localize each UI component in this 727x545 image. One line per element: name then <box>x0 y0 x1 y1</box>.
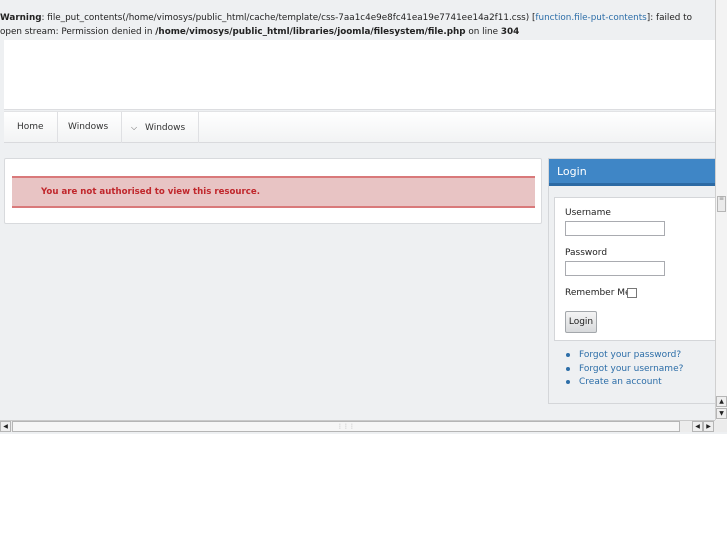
scroll-down-arrow-icon[interactable]: ▼ <box>716 408 727 419</box>
chevron-down-icon: ⌵ <box>131 123 138 132</box>
login-module: Login Username Password Remember Me Logi… <box>548 158 719 404</box>
scroll-left-arrow-icon-2[interactable]: ◀ <box>692 421 703 432</box>
warning-file-path: /home/vimosys/public_html/libraries/joom… <box>155 27 466 37</box>
nav-item-label: Home <box>17 122 44 132</box>
horizontal-scrollbar[interactable]: ◀ ⋮⋮⋮ ◀ ▶ <box>0 420 715 432</box>
username-input[interactable] <box>565 221 665 236</box>
scroll-right-arrow-icon[interactable]: ▶ <box>703 421 714 432</box>
remember-me-checkbox[interactable] <box>627 288 637 298</box>
warning-prefix: Warning <box>0 13 42 23</box>
warning-text-3: on line <box>465 27 501 37</box>
nav-item-label: Windows <box>145 123 186 133</box>
horizontal-scroll-thumb[interactable]: ⋮⋮⋮ <box>12 421 680 432</box>
username-label: Username <box>565 208 611 218</box>
warning-line-number: 304 <box>500 27 520 37</box>
scroll-up-arrow-icon[interactable]: ▲ <box>716 396 727 407</box>
browser-viewport: Warning: file_put_contents(/home/vimosys… <box>0 0 727 434</box>
login-button[interactable]: Login <box>565 311 597 333</box>
password-label: Password <box>565 248 608 258</box>
main-nav: Home Windows ⌵ Windows <box>4 111 715 143</box>
login-links: Forgot your password? Forgot your userna… <box>566 349 683 390</box>
forgot-username-link[interactable]: Forgot your username? <box>566 363 683 377</box>
vertical-scrollbar[interactable]: ≡ ▲ ▼ <box>715 0 727 420</box>
nav-item-windows[interactable]: Windows <box>55 112 123 143</box>
password-input[interactable] <box>565 261 665 276</box>
error-alert: You are not authorised to view this reso… <box>12 176 535 208</box>
remember-me-label: Remember Me <box>565 288 631 298</box>
site-header <box>4 40 715 110</box>
login-form: Username Password Remember Me Login <box>554 197 719 341</box>
scrollbar-corner <box>715 420 727 432</box>
login-title: Login <box>549 159 717 186</box>
php-warning: Warning: file_put_contents(/home/vimosys… <box>0 11 715 39</box>
nav-item-label: Windows <box>68 122 109 132</box>
warning-text: : file_put_contents(/home/vimosys/public… <box>41 13 536 23</box>
nav-item-windows-dropdown[interactable]: ⌵ Windows <box>118 112 200 143</box>
error-alert-text: You are not authorised to view this reso… <box>41 187 260 197</box>
vertical-scroll-thumb[interactable]: ≡ <box>717 196 726 212</box>
forgot-password-link[interactable]: Forgot your password? <box>566 349 683 363</box>
main-content: You are not authorised to view this reso… <box>4 158 542 224</box>
nav-item-home[interactable]: Home <box>4 112 58 143</box>
warning-function-link[interactable]: function.file-put-contents <box>535 13 646 23</box>
scroll-left-arrow-icon[interactable]: ◀ <box>0 421 11 432</box>
create-account-link[interactable]: Create an account <box>566 376 683 390</box>
